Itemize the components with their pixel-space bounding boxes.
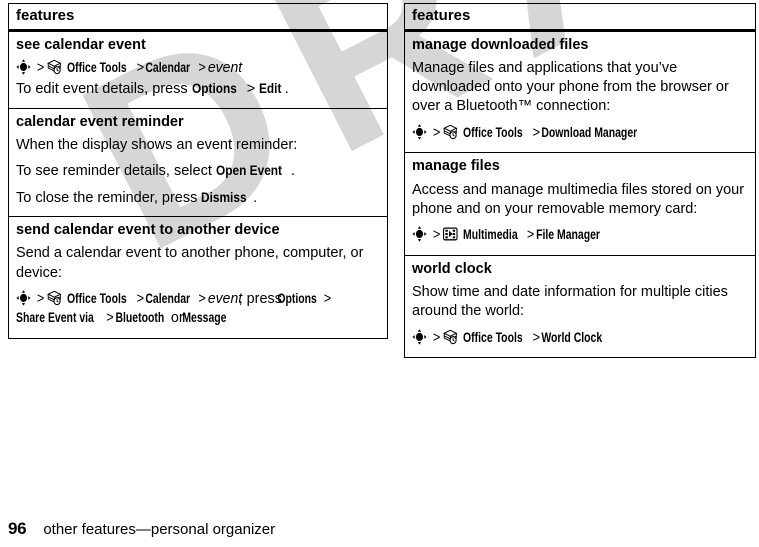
body-text: To see reminder details, select bbox=[16, 163, 216, 180]
features-table-header: features bbox=[9, 4, 387, 32]
menu-path: > Office Tools > Calendar > event, press Opt… bbox=[16, 290, 378, 329]
features-column-right: features manage downloaded files Manage fi… bbox=[404, 3, 756, 359]
ui-path-segment: File Manager bbox=[536, 227, 600, 243]
path-separator: > bbox=[323, 290, 332, 307]
office-tools-icon bbox=[47, 59, 62, 75]
ui-path-segment: Office Tools bbox=[463, 124, 523, 140]
path-separator: > bbox=[532, 329, 541, 346]
feature-title: send calendar event to another device bbox=[16, 221, 280, 238]
path-separator: > bbox=[198, 59, 206, 76]
path-separator: > bbox=[136, 59, 145, 76]
feature-description: Manage files and applications that you’v… bbox=[412, 59, 748, 117]
path-separator: > bbox=[106, 310, 114, 327]
body-text: Show time and date information for multi… bbox=[412, 284, 728, 320]
ui-path-segment: Calendar bbox=[145, 290, 191, 306]
features-table-left: features see calendar event > Office Tool… bbox=[8, 3, 388, 340]
path-separator: > bbox=[136, 290, 145, 307]
feature-title: calendar event reminder bbox=[16, 113, 184, 130]
ui-path-variable: event bbox=[207, 290, 242, 307]
ui-path-segment: Bluetooth bbox=[115, 310, 165, 326]
office-tools-icon bbox=[47, 290, 62, 306]
ui-path-segment: Open Event bbox=[215, 163, 282, 179]
five-way-navigation-key-icon bbox=[16, 59, 31, 75]
ui-path-segment: Dismiss bbox=[201, 189, 247, 205]
ui-path-segment: Office Tools bbox=[67, 59, 127, 75]
body-text: . bbox=[284, 81, 289, 98]
ui-path-segment: Calendar bbox=[145, 59, 191, 75]
five-way-navigation-key-icon bbox=[412, 226, 427, 242]
menu-path: > Multimedia > File Manager bbox=[412, 226, 746, 246]
ui-path-segment: Multimedia bbox=[463, 227, 518, 243]
feature-title: manage files bbox=[412, 158, 500, 175]
ui-path-segment: Options bbox=[277, 290, 317, 306]
path-separator: > bbox=[242, 81, 260, 98]
feature-row: manage downloaded files Manage files and … bbox=[405, 32, 755, 154]
menu-path: > Office Tools > Download Manager bbox=[412, 124, 746, 144]
body-text: Access and manage multimedia files store… bbox=[412, 181, 745, 217]
ui-path-segment: Share Event via bbox=[16, 310, 94, 326]
feature-title: world clock bbox=[412, 260, 492, 277]
feature-description: Show time and date information for multi… bbox=[412, 283, 748, 322]
ui-path-segment: World Clock bbox=[541, 329, 603, 345]
menu-path: > Office Tools > World Clock bbox=[412, 329, 746, 349]
office-tools-icon bbox=[443, 329, 458, 345]
feature-description: Send a calendar event to another phone, … bbox=[16, 244, 380, 283]
path-separator: > bbox=[432, 227, 441, 244]
feature-title: see calendar event bbox=[16, 36, 146, 53]
body-text: Send a calendar event to another phone, … bbox=[16, 245, 364, 281]
ui-path-variable: event bbox=[207, 59, 242, 76]
feature-row: world clock Show time and date informatio… bbox=[405, 256, 755, 358]
ui-path-segment: Office Tools bbox=[463, 329, 523, 345]
feature-row: calendar event reminder When the display … bbox=[9, 109, 387, 217]
feature-title: manage downloaded files bbox=[412, 36, 589, 53]
path-separator: > bbox=[526, 227, 535, 244]
feature-description: To close the reminder, press Dismiss. bbox=[16, 189, 380, 208]
feature-row: see calendar event > Office Tools > Calend… bbox=[9, 32, 387, 109]
path-separator: > bbox=[36, 290, 45, 307]
path-separator: > bbox=[198, 290, 206, 307]
path-separator: > bbox=[432, 124, 441, 141]
body-text: To close the reminder, press bbox=[16, 189, 202, 206]
features-table-header: features bbox=[405, 4, 755, 32]
features-table-right: features manage downloaded files Manage fi… bbox=[404, 3, 756, 359]
body-text: . bbox=[290, 163, 295, 180]
path-separator: > bbox=[432, 329, 441, 346]
five-way-navigation-key-icon bbox=[16, 290, 31, 306]
five-way-navigation-key-icon bbox=[412, 329, 427, 345]
ui-path-segment: Edit bbox=[259, 81, 282, 97]
ui-path-segment: Office Tools bbox=[67, 290, 127, 306]
features-column-left: features see calendar event > Office Tool… bbox=[8, 3, 388, 340]
feature-row: send calendar event to another device Sen… bbox=[9, 217, 387, 338]
path-separator: > bbox=[36, 59, 45, 76]
body-text: . bbox=[253, 189, 258, 206]
office-tools-icon bbox=[443, 124, 458, 140]
body-text: , press bbox=[238, 290, 283, 307]
feature-description: When the display shows an event reminder… bbox=[16, 136, 380, 155]
path-separator: > bbox=[532, 124, 541, 141]
feature-description: Access and manage multimedia files store… bbox=[412, 181, 748, 220]
body-text: When the display shows an event reminder… bbox=[16, 137, 298, 154]
menu-path: > Office Tools > Calendar > event bbox=[16, 59, 378, 79]
feature-description: To see reminder details, select Open Eve… bbox=[16, 162, 380, 181]
feature-row: manage files Access and manage multimedia… bbox=[405, 153, 755, 256]
five-way-navigation-key-icon bbox=[412, 124, 427, 140]
page-footer: 96 other features—personal organizer bbox=[8, 519, 275, 539]
ui-path-segment: Message bbox=[182, 310, 227, 326]
page-number: 96 bbox=[8, 519, 27, 538]
multimedia-icon bbox=[443, 226, 458, 241]
manual-page: features see calendar event > Office Tool… bbox=[0, 0, 759, 547]
body-text: Manage files and applications that you’v… bbox=[412, 59, 729, 115]
ui-path-segment: Download Manager bbox=[541, 124, 638, 140]
body-text: To edit event details, press bbox=[16, 81, 192, 98]
footer-title: other features—personal organizer bbox=[43, 521, 276, 538]
feature-description: To edit event details, press Options > E… bbox=[16, 80, 380, 99]
ui-path-segment: Options bbox=[191, 81, 237, 97]
